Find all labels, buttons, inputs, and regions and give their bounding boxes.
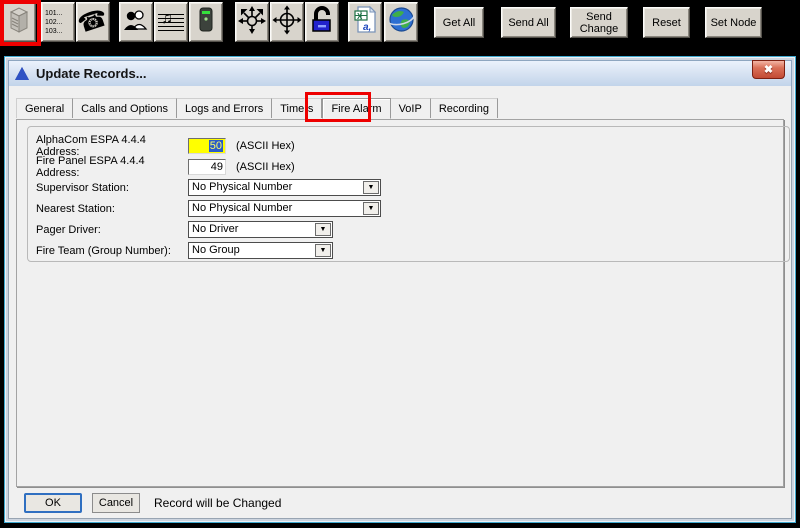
music-notes-icon: ♫ xyxy=(158,10,184,31)
status-text: Record will be Changed xyxy=(154,496,282,510)
chevron-down-icon[interactable]: ▼ xyxy=(315,244,331,257)
app-icon xyxy=(15,67,29,80)
node-server-icon xyxy=(7,6,31,39)
nearest-station-label: Nearest Station: xyxy=(36,202,115,215)
nearest-station-select[interactable]: No Physical Number ▼ xyxy=(188,200,381,217)
toolbar-button-music[interactable]: ♫ xyxy=(154,2,188,42)
toolbar-button-crosshair[interactable] xyxy=(270,2,304,42)
send-change-button[interactable]: Send Change xyxy=(570,7,628,38)
close-button[interactable]: ✖ xyxy=(752,60,785,79)
set-node-button[interactable]: Set Node xyxy=(705,7,762,38)
users-icon xyxy=(123,9,149,36)
toolbar-button-intercom[interactable] xyxy=(189,2,223,42)
field-row: Supervisor Station: No Physical Number ▼ xyxy=(36,179,789,196)
ascii-hex-label: (ASCII Hex) xyxy=(236,160,295,173)
toolbar-button-excel-export[interactable]: X a, xyxy=(348,2,382,42)
tab-general[interactable]: General xyxy=(16,98,74,118)
excel-export-icon: X a, xyxy=(353,5,377,38)
tab-timers[interactable]: Timers xyxy=(272,98,323,118)
open-lock-icon xyxy=(310,6,334,38)
svg-text:X: X xyxy=(357,12,363,21)
pager-driver-value: No Driver xyxy=(192,223,239,235)
intercom-station-icon xyxy=(197,6,215,39)
dialog-body: General Calls and Options Logs and Error… xyxy=(8,86,792,519)
tab-logs-and-errors[interactable]: Logs and Errors xyxy=(176,98,273,118)
toolbar: 101... 102... 103... ☎ ♫ X a, Get All Se… xyxy=(0,0,800,48)
toolbar-button-users[interactable] xyxy=(119,2,153,42)
station-list-icon: 101... 102... 103... xyxy=(45,9,63,35)
tab-fire-alarm[interactable]: Fire Alarm xyxy=(322,98,391,119)
send-all-button[interactable]: Send All xyxy=(501,7,556,38)
alphacom-espa-address-input[interactable]: 50 xyxy=(188,137,226,154)
chevron-down-icon[interactable]: ▼ xyxy=(363,202,379,215)
dialog-title: Update Records... xyxy=(36,66,147,81)
pager-driver-label: Pager Driver: xyxy=(36,223,101,236)
chevron-down-icon[interactable]: ▼ xyxy=(315,223,331,236)
supervisor-station-value: No Physical Number xyxy=(192,181,293,193)
fire-panel-espa-address-value: 49 xyxy=(210,160,223,173)
reset-button[interactable]: Reset xyxy=(643,7,690,38)
field-row: Nearest Station: No Physical Number ▼ xyxy=(36,200,789,217)
svg-text:a,: a, xyxy=(363,22,371,33)
toolbar-button-station-list[interactable]: 101... 102... 103... xyxy=(41,2,75,42)
toolbar-button-node-server[interactable] xyxy=(2,2,36,42)
dialog-footer: OK Cancel Record will be Changed xyxy=(9,488,791,518)
supervisor-station-select[interactable]: No Physical Number ▼ xyxy=(188,179,381,196)
tab-recording[interactable]: Recording xyxy=(430,98,498,118)
chevron-down-icon[interactable]: ▼ xyxy=(363,181,379,194)
fire-team-label: Fire Team (Group Number): xyxy=(36,244,171,257)
ok-button[interactable]: OK xyxy=(24,493,82,513)
nearest-station-value: No Physical Number xyxy=(192,202,293,214)
field-row: Fire Panel ESPA 4.4.4 Address: 49 (ASCII… xyxy=(36,155,789,179)
fire-team-select[interactable]: No Group ▼ xyxy=(188,242,333,259)
handset-icon: ☎ xyxy=(76,4,110,39)
tab-calls-and-options[interactable]: Calls and Options xyxy=(73,98,177,118)
toolbar-button-distribute[interactable] xyxy=(235,2,269,42)
update-records-dialog: Update Records... ✖ General Calls and Op… xyxy=(4,56,796,523)
ascii-hex-label: (ASCII Hex) xyxy=(236,139,295,152)
supervisor-station-label: Supervisor Station: xyxy=(36,181,129,194)
toolbar-button-lock[interactable] xyxy=(305,2,339,42)
close-icon: ✖ xyxy=(763,64,774,76)
dialog-titlebar[interactable]: Update Records... ✖ xyxy=(8,60,792,86)
fire-panel-espa-address-input[interactable]: 49 xyxy=(188,158,226,175)
fire-panel-espa-address-label: Fire Panel ESPA 4.4.4 Address: xyxy=(36,154,145,179)
tab-voip[interactable]: VoIP xyxy=(390,98,431,118)
pager-driver-select[interactable]: No Driver ▼ xyxy=(188,221,333,238)
field-row: Pager Driver: No Driver ▼ xyxy=(36,221,789,238)
fire-team-value: No Group xyxy=(192,244,240,256)
fire-alarm-group-box: AlphaCom ESPA 4.4.4 Address: 50 (ASCII H… xyxy=(27,126,790,262)
alphacom-espa-address-value: 50 xyxy=(208,139,223,152)
cancel-button[interactable]: Cancel xyxy=(92,493,140,513)
tab-strip: General Calls and Options Logs and Error… xyxy=(16,98,498,119)
fire-alarm-tab-page: AlphaCom ESPA 4.4.4 Address: 50 (ASCII H… xyxy=(16,119,790,487)
crosshair-arrows-icon xyxy=(272,5,302,40)
get-all-button[interactable]: Get All xyxy=(434,7,484,38)
toolbar-button-globe[interactable] xyxy=(384,2,418,42)
globe-icon xyxy=(388,6,415,38)
field-row: AlphaCom ESPA 4.4.4 Address: 50 (ASCII H… xyxy=(36,134,789,158)
field-row: Fire Team (Group Number): No Group ▼ xyxy=(36,242,789,259)
distribute-arrows-icon xyxy=(237,5,267,40)
toolbar-button-handset[interactable]: ☎ xyxy=(76,2,110,42)
